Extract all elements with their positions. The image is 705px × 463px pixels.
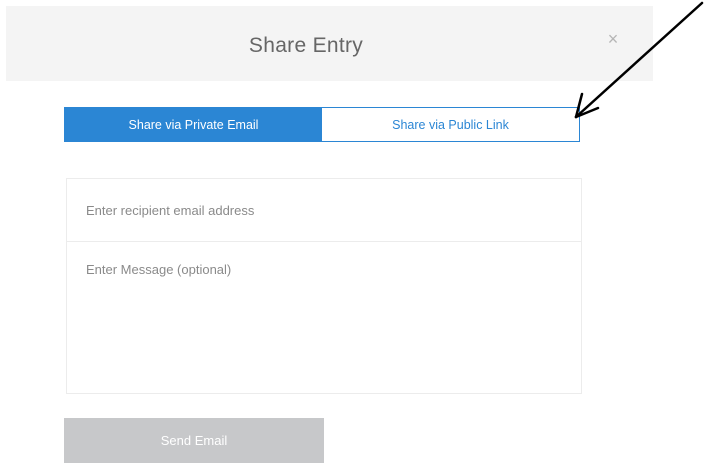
send-email-button[interactable]: Send Email: [64, 418, 324, 463]
recipient-email-input[interactable]: [67, 179, 581, 242]
close-button[interactable]: ×: [602, 28, 624, 50]
tab-label-public-link: Share via Public Link: [392, 117, 509, 132]
share-form: [66, 178, 582, 394]
message-textarea[interactable]: [67, 242, 581, 393]
modal-title: Share Entry: [248, 34, 364, 57]
tab-share-private-email[interactable]: Share via Private Email: [65, 108, 322, 141]
close-icon: ×: [607, 29, 619, 49]
share-tabs: Share via Private Email Share via Public…: [64, 107, 580, 142]
tab-share-public-link[interactable]: Share via Public Link: [322, 108, 579, 141]
tab-label-private-email: Share via Private Email: [128, 117, 259, 132]
share-entry-page: Share Entry × Share via Private Email Sh…: [0, 0, 705, 463]
modal-header: Share Entry ×: [6, 6, 653, 81]
